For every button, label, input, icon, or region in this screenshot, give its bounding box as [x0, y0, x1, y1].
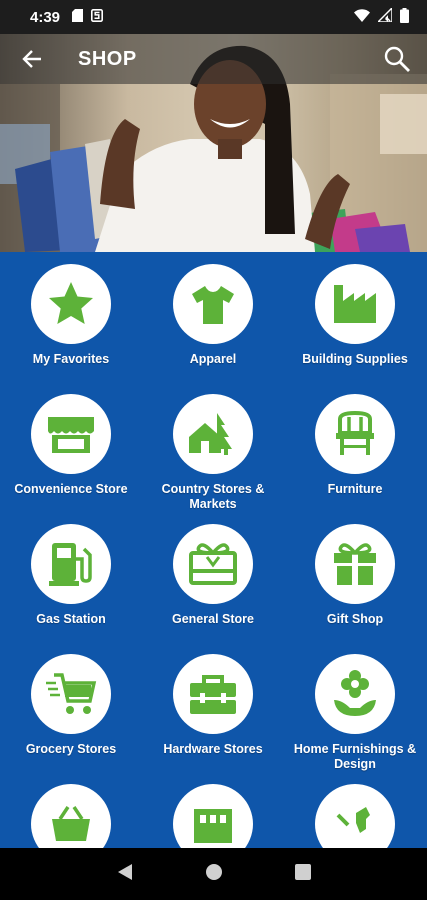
- flower-pot-icon: [334, 670, 376, 716]
- category-icon-circle: [31, 784, 111, 848]
- category-label: Country Stores & Markets: [161, 482, 265, 511]
- category-icon-circle: [173, 394, 253, 474]
- category-icon-circle: [315, 784, 395, 848]
- category-label: My Favorites: [32, 352, 110, 366]
- category-grid-container[interactable]: My Favorites Apparel Building Supplies C…: [0, 252, 427, 848]
- category-grocery-stores[interactable]: Grocery Stores: [0, 642, 142, 772]
- nav-home-button[interactable]: [205, 863, 223, 886]
- category-gift-shop[interactable]: Gift Shop: [284, 512, 426, 642]
- category-label: Home Furnishings & Design: [293, 742, 417, 771]
- category-label: General Store: [172, 612, 254, 626]
- category-general-store[interactable]: General Store: [142, 512, 284, 642]
- category-apparel[interactable]: Apparel: [142, 252, 284, 382]
- category-label: Gas Station: [36, 612, 106, 626]
- nav-home-icon: [206, 863, 223, 880]
- house-tree-icon: [189, 413, 232, 455]
- category-grid: My Favorites Apparel Building Supplies C…: [0, 252, 427, 848]
- status-time: 4:39: [30, 8, 61, 26]
- category-label: Hardware Stores: [163, 742, 263, 756]
- building-icon: [194, 809, 232, 843]
- category-icon-circle: [31, 524, 111, 604]
- category-label: Apparel: [189, 352, 237, 366]
- storefront-icon: [48, 417, 94, 453]
- category-icon-circle: [31, 654, 111, 734]
- page-title: SHOP: [78, 47, 137, 70]
- category-convenience-store[interactable]: Convenience Store: [0, 382, 142, 512]
- hero-banner: SHOP: [0, 34, 427, 252]
- signal-icon: [376, 6, 393, 26]
- back-button[interactable]: [0, 34, 64, 84]
- nav-recents-button[interactable]: [295, 863, 312, 885]
- nav-back-button[interactable]: [116, 863, 134, 886]
- category-partial-2[interactable]: [142, 772, 284, 848]
- category-icon-circle: [315, 654, 395, 734]
- category-partial-3[interactable]: [284, 772, 426, 848]
- wifi-icon: [354, 8, 370, 26]
- category-icon-circle: [173, 654, 253, 734]
- search-button[interactable]: [367, 34, 427, 84]
- gift-card-icon: [189, 543, 237, 585]
- category-country-stores-markets[interactable]: Country Stores & Markets: [142, 382, 284, 512]
- category-icon-circle: [173, 264, 253, 344]
- category-label: Convenience Store: [14, 482, 128, 496]
- factory-icon: [334, 285, 376, 323]
- status-bar: 4:39: [0, 0, 427, 34]
- nav-back-icon: [117, 863, 132, 880]
- search-icon: [384, 46, 410, 72]
- category-hardware-stores[interactable]: Hardware Stores: [142, 642, 284, 772]
- s-icon: [91, 8, 104, 26]
- category-gas-station[interactable]: Gas Station: [0, 512, 142, 642]
- sd-card-icon: [72, 8, 84, 26]
- arrow-left-icon: [22, 50, 41, 68]
- category-icon-circle: [315, 524, 395, 604]
- category-icon-circle: [315, 264, 395, 344]
- battery-icon: [400, 7, 409, 27]
- basket-icon: [52, 806, 90, 841]
- category-icon-circle: [173, 524, 253, 604]
- category-icon-circle: [173, 784, 253, 848]
- shopping-cart-icon: [46, 673, 97, 714]
- app-bar: SHOP: [0, 34, 427, 84]
- category-home-furnishings-design[interactable]: Home Furnishings & Design: [284, 642, 426, 772]
- gas-pump-icon: [49, 543, 92, 586]
- category-label: Grocery Stores: [25, 742, 117, 756]
- gift-icon: [334, 543, 376, 585]
- chair-icon: [336, 410, 374, 455]
- category-icon-circle: [31, 394, 111, 474]
- category-furniture[interactable]: Furniture: [284, 382, 426, 512]
- pet-icon: [336, 807, 370, 833]
- category-partial-1[interactable]: [0, 772, 142, 848]
- toolbox-icon: [190, 675, 236, 714]
- system-nav-bar: [0, 848, 427, 900]
- category-label: Furniture: [327, 482, 383, 496]
- category-label: Building Supplies: [302, 352, 408, 366]
- category-icon-circle: [315, 394, 395, 474]
- star-icon: [49, 282, 93, 324]
- category-label: Gift Shop: [326, 612, 384, 626]
- category-my-favorites[interactable]: My Favorites: [0, 252, 142, 382]
- category-building-supplies[interactable]: Building Supplies: [284, 252, 426, 382]
- category-icon-circle: [31, 264, 111, 344]
- nav-recents-icon: [295, 863, 312, 880]
- tshirt-icon: [192, 286, 234, 324]
